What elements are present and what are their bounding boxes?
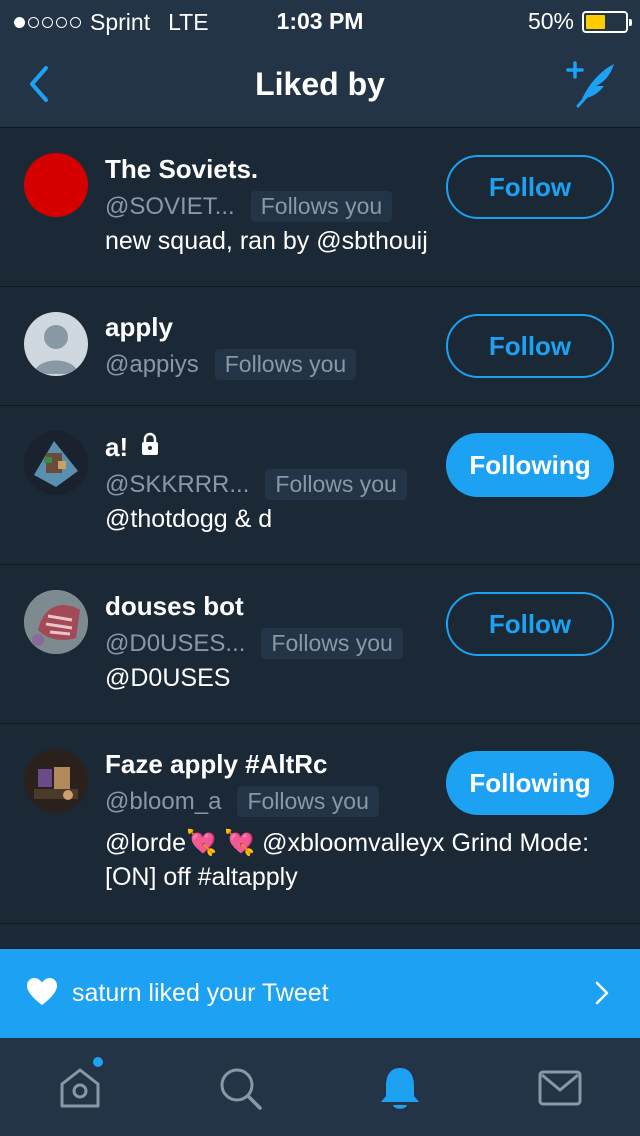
user-bio: @D0USES: [105, 664, 231, 692]
follows-you-badge: Follows you: [237, 786, 379, 817]
user-name: a!: [105, 432, 129, 462]
list-item[interactable]: The Soviets. @SOVIET... Follows you new …: [0, 128, 640, 287]
user-name: The Soviets.: [105, 154, 259, 184]
tab-notifications[interactable]: [376, 1064, 424, 1112]
status-bar: Sprint LTE 1:03 PM 50%: [0, 0, 640, 40]
avatar[interactable]: [24, 431, 88, 495]
new-content-badge: [92, 1056, 104, 1068]
list-item[interactable]: apply @appiys Follows you Follow: [0, 287, 640, 406]
nav-bar: Liked by: [0, 40, 640, 128]
follow-button[interactable]: Follow: [446, 314, 614, 378]
avatar[interactable]: [24, 312, 88, 376]
tab-search[interactable]: [216, 1064, 264, 1112]
tab-home[interactable]: [56, 1056, 104, 1112]
user-bio: @thotdogg & d: [105, 505, 273, 533]
follows-you-badge: Follows you: [250, 191, 393, 222]
user-bio: new squad, ran by @sbthouij: [105, 227, 428, 255]
following-button[interactable]: Following: [446, 433, 614, 497]
user-bio: @lorde💘 💘 @xbloomvalleyx Grind Mode: [ON…: [105, 829, 590, 891]
compose-tweet-icon: [566, 61, 614, 108]
liked-tweet-notification[interactable]: saturn liked your Tweet: [0, 949, 640, 1038]
list-item[interactable]: douses bot @D0USES... Follows you @D0USE…: [0, 565, 640, 724]
mail-icon: [538, 1070, 582, 1106]
avatar-image-icon: [24, 749, 88, 813]
battery-icon: [582, 10, 632, 33]
battery-percent: 50%: [527, 8, 574, 34]
follows-you-badge: Follows you: [261, 628, 403, 659]
user-list: The Soviets. @SOVIET... Follows you new …: [0, 128, 640, 924]
compose-tweet-button[interactable]: [564, 58, 618, 110]
list-item[interactable]: Faze apply #AltRc @bloom_a Follows you @…: [0, 724, 640, 924]
user-name: douses bot: [105, 591, 244, 621]
default-avatar-icon: [34, 325, 78, 374]
page-title: Liked by: [255, 66, 385, 102]
follow-button[interactable]: Follow: [446, 155, 614, 219]
user-handle: @SOVIET...: [105, 192, 235, 220]
notification-text: saturn liked your Tweet: [72, 979, 329, 1007]
user-name: apply: [105, 312, 173, 342]
following-button[interactable]: Following: [446, 751, 614, 815]
user-handle: @bloom_a: [105, 787, 222, 815]
avatar[interactable]: [24, 153, 88, 217]
follows-you-badge: Follows you: [214, 349, 357, 380]
bell-icon: [381, 1068, 419, 1109]
follows-you-badge: Follows you: [265, 469, 407, 500]
tab-bar: [0, 1038, 640, 1136]
user-handle: @D0USES...: [105, 629, 246, 657]
user-handle: @SKKRRR...: [105, 470, 250, 498]
avatar[interactable]: [24, 590, 88, 654]
avatar-image-icon: [24, 590, 88, 654]
home-icon: [60, 1068, 100, 1108]
chevron-right-icon: [594, 979, 610, 1012]
lock-icon: [138, 432, 162, 463]
user-name: Faze apply #AltRc: [105, 749, 328, 779]
follow-button[interactable]: Follow: [446, 592, 614, 656]
avatar-image-icon: [24, 431, 88, 495]
tab-messages[interactable]: [536, 1064, 584, 1112]
user-handle: @appiys: [105, 350, 199, 378]
list-item[interactable]: a! @SKKRRR... Follows you @thotdogg & d …: [0, 406, 640, 565]
search-icon: [220, 1068, 262, 1110]
heart-icon: [26, 977, 58, 1012]
battery-indicator: 50%: [527, 8, 632, 35]
avatar[interactable]: [24, 749, 88, 813]
